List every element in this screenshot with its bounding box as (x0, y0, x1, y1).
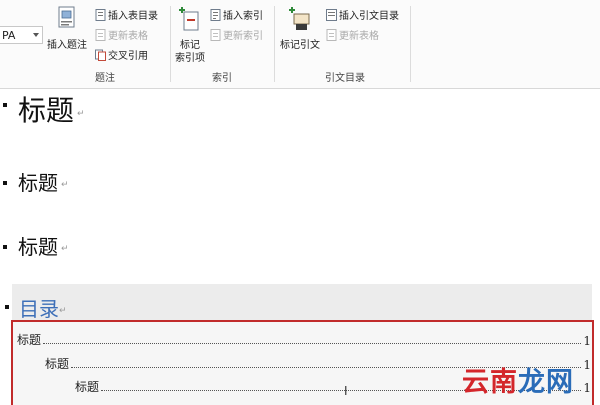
paragraph-mark: ↵ (59, 306, 67, 316)
toc-entry-text: 标题 (17, 333, 42, 347)
heading-bullet (5, 305, 9, 309)
toc-entry-page: 1 (583, 358, 591, 372)
citation-style-text: PA (2, 29, 16, 42)
mark-citation-button[interactable]: 标记引文 (278, 6, 322, 52)
heading-bullet (3, 181, 7, 185)
toc-entry[interactable]: 标题 1 (17, 332, 591, 348)
heading-3[interactable]: 标题 (18, 231, 58, 260)
heading-bullet (3, 103, 7, 107)
insert-table-of-authorities-button[interactable]: 插入引文目录 (326, 9, 399, 25)
update-table-figures-button[interactable]: 更新表格 (95, 29, 148, 45)
citations-group-label: 引文目录 (325, 73, 365, 84)
update-index-button[interactable]: 更新索引 (210, 29, 263, 45)
index-group-label: 索引 (212, 73, 232, 84)
citation-style-select[interactable]: PA (0, 26, 43, 44)
cross-reference-button[interactable]: 交叉引用 (95, 49, 148, 65)
group-separator (274, 6, 275, 82)
toc-entry-text: 标题 (75, 380, 100, 394)
mark-citation-icon (289, 7, 310, 30)
paragraph-mark: ↵ (61, 244, 69, 254)
toc-title[interactable]: 目录 (19, 293, 59, 322)
insert-index-label: 插入索引 (223, 11, 263, 22)
captions-group-label: 题注 (95, 73, 115, 84)
mark-index-entry-button[interactable]: 标记 索引项 (172, 6, 208, 65)
cross-reference-icon (95, 49, 106, 61)
toc-entry-text: 标题 (45, 357, 70, 371)
insert-index-button[interactable]: 插入索引 (210, 9, 263, 25)
watermark-part2: 龙网 (518, 367, 574, 398)
table-of-figures-icon (95, 9, 106, 21)
insert-caption-label: 插入题注 (47, 40, 87, 51)
insert-index-icon (210, 9, 221, 21)
ribbon: PA 插入题注 插入表目录 更新表格 交叉引用 题注 标记 索引项 插入索引 更… (0, 0, 600, 89)
update-index-icon (210, 29, 221, 41)
mark-entry-label-line1: 标记 (180, 40, 200, 51)
watermark-part1: 云南 (462, 367, 518, 398)
insert-caption-button[interactable]: 插入题注 (46, 6, 88, 52)
update-index-label: 更新索引 (223, 31, 263, 42)
chevron-down-icon (33, 33, 39, 37)
insert-table-of-figures-label: 插入表目录 (108, 11, 158, 22)
mark-entry-label-line2: 索引项 (175, 53, 205, 64)
update-table-icon (95, 29, 106, 41)
heading-1[interactable]: 标题 (18, 89, 74, 129)
update-table-authorities-label: 更新表格 (339, 31, 379, 42)
toc-entry-page: 1 (583, 381, 591, 395)
group-separator (170, 6, 171, 82)
mark-citation-label: 标记引文 (280, 40, 320, 51)
paragraph-mark: ↵ (61, 180, 69, 190)
heading-bullet (3, 245, 7, 249)
group-separator (410, 6, 411, 82)
mark-entry-icon (179, 7, 199, 31)
update-table-figures-label: 更新表格 (108, 31, 148, 42)
insert-caption-icon (58, 6, 75, 28)
insert-table-of-figures-button[interactable]: 插入表目录 (95, 9, 158, 25)
text-cursor-icon: I (344, 384, 348, 398)
update-table-icon (326, 29, 337, 41)
toc-leader-dots (43, 343, 582, 344)
insert-table-of-authorities-label: 插入引文目录 (339, 11, 399, 22)
update-table-authorities-button[interactable]: 更新表格 (326, 29, 379, 45)
heading-2[interactable]: 标题 (18, 167, 58, 196)
paragraph-mark: ↵ (77, 109, 85, 119)
watermark: 云南龙网 (462, 360, 574, 399)
cross-reference-label: 交叉引用 (108, 51, 148, 62)
toc-entry-page: 1 (583, 334, 591, 348)
table-of-authorities-icon (326, 9, 337, 21)
